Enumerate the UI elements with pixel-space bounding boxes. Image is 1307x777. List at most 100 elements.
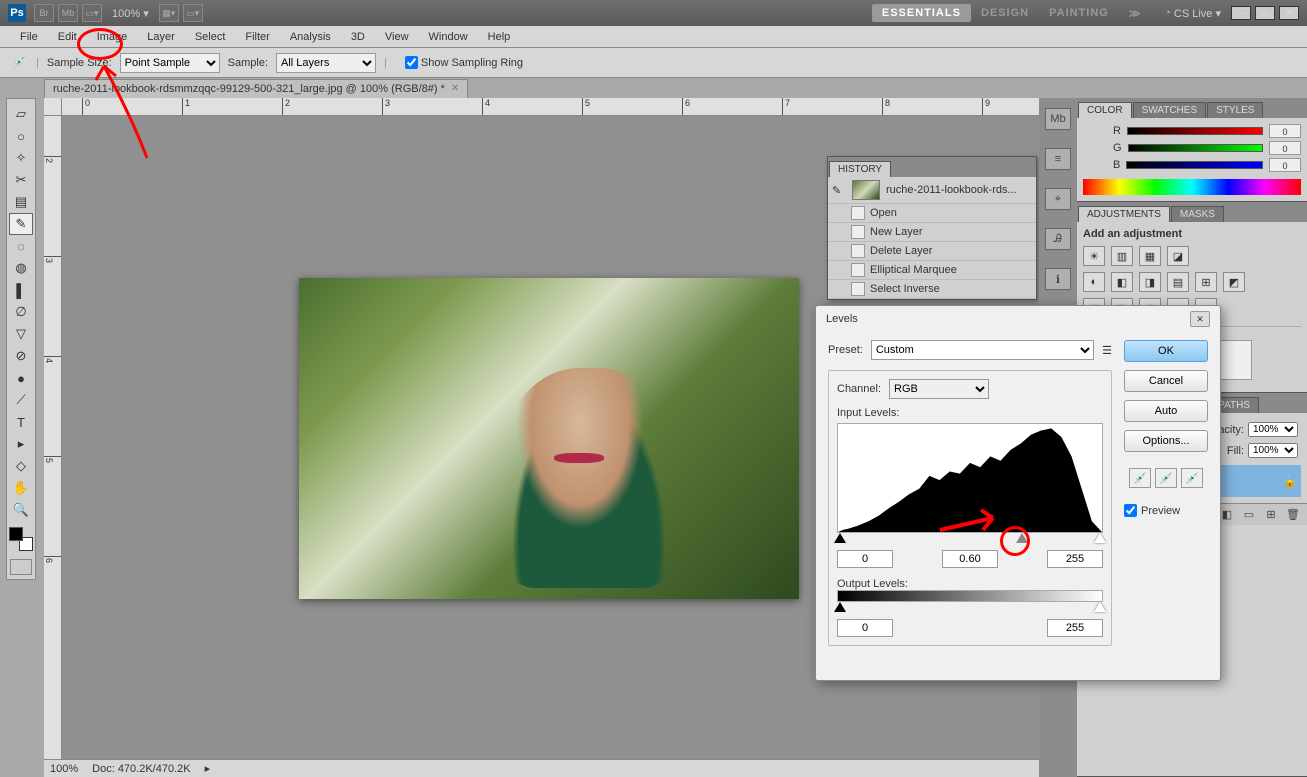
tool-eraser[interactable]: ▽ bbox=[9, 323, 33, 345]
sample-size-select[interactable]: Point Sample bbox=[120, 53, 220, 73]
output-white-field[interactable] bbox=[1047, 619, 1103, 637]
history-panel[interactable]: HISTORY ✎ ruche-2011-lookbook-rds... Ope… bbox=[827, 156, 1037, 300]
adj-photofilter-icon[interactable]: ⊞ bbox=[1195, 272, 1217, 292]
document-tab[interactable]: ruche-2011-lookbook-rdsmmzqqc-99129-500-… bbox=[44, 79, 468, 98]
adj-brightness-icon[interactable]: ☀ bbox=[1083, 246, 1105, 266]
history-item[interactable]: Elliptical Marquee bbox=[828, 261, 1036, 280]
menu-help[interactable]: Help bbox=[478, 28, 521, 46]
swatches-tab[interactable]: SWATCHES bbox=[1133, 102, 1207, 118]
ruler-vertical[interactable]: 23456 bbox=[44, 116, 62, 759]
menu-select[interactable]: Select bbox=[185, 28, 236, 46]
preset-menu-icon[interactable]: ☰ bbox=[1102, 344, 1112, 357]
preview-checkbox[interactable] bbox=[1124, 504, 1137, 517]
status-arrow-icon[interactable]: ▸ bbox=[205, 762, 211, 775]
menu-layer[interactable]: Layer bbox=[137, 28, 185, 46]
options-button[interactable]: Options... bbox=[1124, 430, 1208, 452]
workspace-painting[interactable]: PAINTING bbox=[1039, 4, 1119, 22]
menu-window[interactable]: Window bbox=[419, 28, 478, 46]
adjustments-tab[interactable]: ADJUSTMENTS bbox=[1078, 206, 1170, 222]
menu-3d[interactable]: 3D bbox=[341, 28, 375, 46]
masks-tab[interactable]: MASKS bbox=[1171, 206, 1224, 222]
black-point-slider[interactable] bbox=[834, 533, 846, 543]
r-value[interactable]: 0 bbox=[1269, 124, 1301, 138]
styles-tab[interactable]: STYLES bbox=[1207, 102, 1263, 118]
tool-move[interactable]: ▱ bbox=[9, 103, 33, 125]
midtone-slider[interactable] bbox=[1016, 533, 1028, 543]
tool-shape[interactable]: ◇ bbox=[9, 455, 33, 477]
dock-button[interactable]: ≡ bbox=[1045, 148, 1071, 170]
current-tool-icon[interactable]: 💉 bbox=[10, 54, 28, 72]
menu-filter[interactable]: Filter bbox=[235, 28, 279, 46]
window-close[interactable]: ✕ bbox=[1279, 6, 1299, 20]
dock-button[interactable]: Ꭿ bbox=[1045, 228, 1071, 250]
menu-file[interactable]: File bbox=[10, 28, 48, 46]
titlebar-bridge-button[interactable]: Br bbox=[34, 4, 54, 22]
window-minimize[interactable]: — bbox=[1231, 6, 1251, 20]
trash-icon[interactable]: 🗑 bbox=[1285, 508, 1301, 522]
adj-layer-icon[interactable]: ◧ bbox=[1219, 508, 1235, 522]
g-slider[interactable] bbox=[1128, 144, 1263, 152]
tool-marquee[interactable]: ○ bbox=[9, 125, 33, 147]
ruler-horizontal[interactable]: 0123456789 bbox=[62, 98, 1039, 116]
titlebar-screenmode-button[interactable]: ▭▾ bbox=[82, 4, 102, 22]
spectrum-bar[interactable] bbox=[1083, 179, 1301, 195]
document-image[interactable] bbox=[299, 278, 799, 599]
preset-select[interactable]: Custom bbox=[871, 340, 1094, 360]
g-value[interactable]: 0 bbox=[1269, 141, 1301, 155]
input-sliders[interactable] bbox=[837, 533, 1103, 547]
tool-type[interactable]: T bbox=[9, 411, 33, 433]
black-eyedropper-icon[interactable]: 💉 bbox=[1129, 468, 1151, 488]
close-tab-icon[interactable]: ✕ bbox=[451, 83, 459, 94]
input-gamma-field[interactable] bbox=[942, 550, 998, 568]
menu-edit[interactable]: Edit bbox=[48, 28, 87, 46]
input-black-field[interactable] bbox=[837, 550, 893, 568]
tool-brush[interactable]: ◍ bbox=[9, 257, 33, 279]
color-swatch[interactable] bbox=[1083, 124, 1107, 148]
tool-history-brush[interactable]: ∅ bbox=[9, 301, 33, 323]
tool-path[interactable]: ▸ bbox=[9, 433, 33, 455]
adj-channelmix-icon[interactable]: ◩ bbox=[1223, 272, 1245, 292]
titlebar-minibridge-button[interactable]: Mb bbox=[58, 4, 78, 22]
tool-lasso[interactable]: ✧ bbox=[9, 147, 33, 169]
tool-crop[interactable]: ▤ bbox=[9, 191, 33, 213]
cslive-button[interactable]: ◔CS Live ▾ bbox=[1164, 7, 1221, 20]
workspace-essentials[interactable]: ESSENTIALS bbox=[872, 4, 971, 22]
output-black-field[interactable] bbox=[837, 619, 893, 637]
output-white-slider[interactable] bbox=[1094, 602, 1106, 612]
tool-stamp[interactable]: ▌ bbox=[9, 279, 33, 301]
cancel-button[interactable]: Cancel bbox=[1124, 370, 1208, 392]
workspace-more[interactable]: ≫ bbox=[1119, 4, 1152, 23]
sample-select[interactable]: All Layers bbox=[276, 53, 376, 73]
b-value[interactable]: 0 bbox=[1269, 158, 1301, 172]
gray-eyedropper-icon[interactable]: 💉 bbox=[1155, 468, 1177, 488]
adj-vibrance-icon[interactable]: ◐ bbox=[1083, 272, 1105, 292]
levels-close-icon[interactable]: ✕ bbox=[1190, 311, 1210, 327]
menu-analysis[interactable]: Analysis bbox=[280, 28, 341, 46]
output-black-slider[interactable] bbox=[834, 602, 846, 612]
white-eyedropper-icon[interactable]: 💉 bbox=[1181, 468, 1203, 488]
titlebar-screenmode2-button[interactable]: ▭▾ bbox=[183, 4, 203, 22]
adj-curves-icon[interactable]: ▦ bbox=[1139, 246, 1161, 266]
menu-image[interactable]: Image bbox=[87, 28, 138, 46]
tool-zoom[interactable]: 🔍 bbox=[9, 499, 33, 521]
b-slider[interactable] bbox=[1126, 161, 1263, 169]
tool-hand[interactable]: ✋ bbox=[9, 477, 33, 499]
status-doc-size[interactable]: Doc: 470.2K/470.2K bbox=[92, 763, 190, 775]
adj-colorbal-icon[interactable]: ◨ bbox=[1139, 272, 1161, 292]
tool-heal[interactable]: ◌ bbox=[9, 235, 33, 257]
input-white-field[interactable] bbox=[1047, 550, 1103, 568]
levels-dialog[interactable]: Levels ✕ Preset: Custom ☰ Channel: RGB I… bbox=[815, 305, 1221, 681]
history-snapshot[interactable]: ✎ ruche-2011-lookbook-rds... bbox=[828, 177, 1036, 204]
ruler-origin[interactable] bbox=[44, 98, 62, 116]
history-item[interactable]: New Layer bbox=[828, 223, 1036, 242]
titlebar-arrange-button[interactable]: ▦▾ bbox=[159, 4, 179, 22]
output-sliders[interactable] bbox=[837, 602, 1103, 616]
opacity-select[interactable]: 100% bbox=[1248, 422, 1298, 437]
tool-dodge[interactable]: ⟋ bbox=[9, 389, 33, 411]
dock-button[interactable]: Mb bbox=[1045, 108, 1071, 130]
history-item[interactable]: Delete Layer bbox=[828, 242, 1036, 261]
history-brush-column[interactable]: ✎ bbox=[832, 184, 846, 197]
adj-levels-icon[interactable]: ▥ bbox=[1111, 246, 1133, 266]
ok-button[interactable]: OK bbox=[1124, 340, 1208, 362]
tool-blur[interactable]: ● bbox=[9, 367, 33, 389]
